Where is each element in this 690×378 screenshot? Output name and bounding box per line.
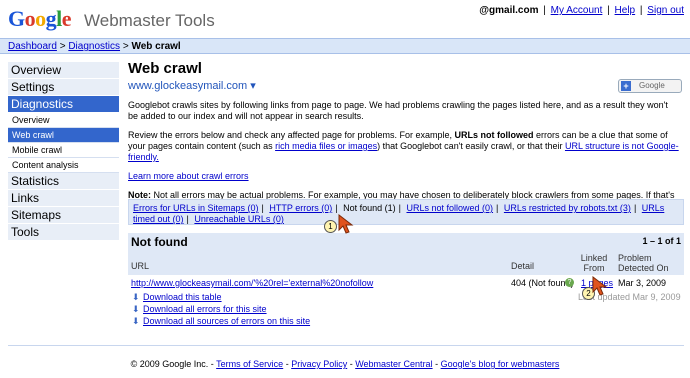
rich-media-link[interactable]: rich media files or images [275,141,377,151]
tab-http-errors[interactable]: HTTP errors (0) [269,203,332,213]
chevron-down-icon: ▾ [250,80,256,92]
tab-sitemap-errors[interactable]: Errors for URLs in Sitemaps (0) [133,203,259,213]
error-type-tabs: Errors for URLs in Sitemaps (0) | HTTP er… [128,199,684,225]
result-count: 1 – 1 of 1 [642,236,681,246]
sidebar-item-statistics[interactable]: Statistics [8,173,119,190]
site-selector[interactable]: www.glockeasymail.com ▾ [128,79,684,92]
download-all-errors-link[interactable]: Download all errors for this site [143,304,267,314]
download-all-sources-link[interactable]: Download all sources of errors on this s… [143,316,310,326]
webmaster-central-link[interactable]: Webmaster Central [355,359,432,369]
sidebar-subitem-overview[interactable]: Overview [8,113,119,128]
footer-divider [8,345,684,346]
site-name: www.glockeasymail.com [128,80,248,92]
breadcrumb-diagnostics[interactable]: Diagnostics [68,41,120,52]
product-name: Webmaster Tools [84,11,215,30]
sidebar-subitem-content-analysis[interactable]: Content analysis [8,158,119,173]
account-email: @gmail.com [479,5,539,16]
col-url: URL [131,261,150,271]
sidebar-item-links[interactable]: Links [8,190,119,207]
download-arrow-icon: ⬇ [132,304,140,314]
download-arrow-icon: ⬇ [132,292,140,302]
tab-urls-not-followed[interactable]: URLs not followed (0) [406,203,493,213]
main-content: Web crawl www.glockeasymail.com ▾ + Goog… [128,60,684,326]
sidebar-item-sitemaps[interactable]: Sitemaps [8,207,119,224]
table-header: Not found 1 – 1 of 1 [128,233,684,251]
download-arrow-icon: ⬇ [132,316,140,326]
intro-text: Googlebot crawls sites by following link… [128,100,668,121]
account-links: @gmail.com | My Account | Help | Sign ou… [479,5,684,16]
col-detail: Detail [511,261,535,271]
review-text: Review the errors below and check any af… [128,130,679,162]
sidebar-item-tools[interactable]: Tools [8,224,119,241]
privacy-link[interactable]: Privacy Policy [291,359,347,369]
google-logo[interactable]: Google [8,6,72,32]
cursor-arrow-icon [338,214,354,234]
sidebar: Overview Settings Diagnostics Overview W… [8,62,119,241]
learn-more-link[interactable]: Learn more about crawl errors [128,171,249,181]
download-all-errors: ⬇ Download all errors for this site [132,304,267,315]
breadcrumb-current: Web crawl [131,41,181,52]
my-account-link[interactable]: My Account [551,5,603,16]
tab-not-found[interactable]: Not found (1) [343,203,396,213]
sign-out-link[interactable]: Sign out [647,5,684,16]
download-table-link[interactable]: Download this table [143,292,222,302]
error-url-link[interactable]: http://www.glockeasymail.com/'%20rel='ex… [131,278,373,288]
page-title: Web crawl [128,60,202,77]
download-all-sources: ⬇ Download all sources of errors on this … [132,316,310,327]
cursor-arrow-icon [592,276,608,296]
table-title: Not found [131,235,188,249]
sidebar-subitem-web-crawl[interactable]: Web crawl [8,128,119,143]
download-table: ⬇ Download this table [132,292,222,303]
col-linked-from: Linked From [580,253,608,273]
webmaster-blog-link[interactable]: Google's blog for webmasters [441,359,560,369]
footer: © 2009 Google Inc. - Terms of Service - … [130,359,560,369]
sidebar-item-overview[interactable]: Overview [8,62,119,79]
col-detected: Problem Detected On [618,253,669,273]
detected-date: Mar 3, 2009 [618,278,667,288]
sidebar-item-settings[interactable]: Settings [8,79,119,96]
column-headers: URL Detail Linked From Problem Detected … [128,251,684,275]
sidebar-subitem-mobile-crawl[interactable]: Mobile crawl [8,143,119,158]
help-icon[interactable]: ? [565,278,574,287]
tab-unreachable[interactable]: Unreachable URLs (0) [194,214,284,224]
breadcrumb: Dashboard > Diagnostics > Web crawl [0,38,690,54]
tab-robots-restricted[interactable]: URLs restricted by robots.txt (3) [504,203,631,213]
help-link[interactable]: Help [615,5,636,16]
plus-icon: + [621,81,631,91]
callout-marker: 1 [324,220,337,233]
header: Google Webmaster Tools @gmail.com | My A… [0,0,690,36]
sidebar-item-diagnostics[interactable]: Diagnostics [8,96,119,113]
terms-link[interactable]: Terms of Service [216,359,283,369]
breadcrumb-dashboard[interactable]: Dashboard [8,41,57,52]
add-to-google-button[interactable]: + Google [618,79,682,93]
